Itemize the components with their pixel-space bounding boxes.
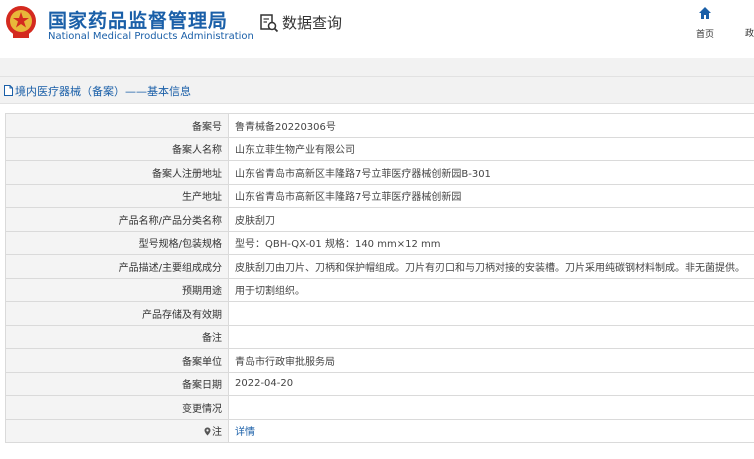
breadcrumb-bar: 境内医疗器械（备案）——基本信息 (0, 76, 754, 104)
details-link[interactable]: 详情 (228, 418, 754, 443)
document-search-icon (260, 14, 279, 33)
national-emblem-icon (6, 6, 36, 38)
field-label: 产品描述/主要组成成分 (5, 254, 229, 279)
field-value (228, 324, 754, 349)
table-row: 产品描述/主要组成成分 皮肤刮刀由刀片、刀柄和保护帽组成。刀片有刃口和与刀柄对接… (5, 254, 754, 279)
field-value: 皮肤刮刀 (228, 207, 754, 232)
table-row: 备案日期 2022-04-20 (5, 371, 754, 396)
document-icon (4, 85, 13, 96)
field-label: 备案单位 (5, 348, 229, 373)
field-label: 备案号 (5, 113, 229, 138)
page-section-title: 数据查询 (282, 14, 343, 32)
location-pin-icon (204, 427, 211, 436)
header-spacer (0, 58, 754, 76)
table-row: 备注 (5, 324, 754, 349)
field-value: 青岛市行政审批服务局 (228, 348, 754, 373)
field-label: 备案人名称 (5, 136, 229, 161)
field-label: 预期用途 (5, 277, 229, 302)
nav-home-label: 首页 (695, 30, 714, 40)
table-row: 注 详情 (5, 418, 754, 443)
table-row: 备案人名称 山东立菲生物产业有限公司 (5, 136, 754, 161)
note-label-text: 注 (212, 427, 222, 439)
site-header: 国家药品监督管理局 National Medical Products Admi… (0, 0, 754, 58)
breadcrumb: 境内医疗器械（备案）——基本信息 (4, 83, 191, 99)
field-value: 型号：QBH-QX-01 规格：140 mm×12 mm (228, 230, 754, 255)
field-label: 产品存储及有效期 (5, 301, 229, 326)
field-label: 产品名称/产品分类名称 (5, 207, 229, 232)
table-row: 型号规格/包装规格 型号：QBH-QX-01 规格：140 mm×12 mm (5, 230, 754, 255)
site-title: 国家药品监督管理局 (48, 10, 229, 32)
note-label: 注 (5, 418, 229, 443)
breadcrumb-text: 境内医疗器械（备案）——基本信息 (15, 85, 191, 98)
field-label: 型号规格/包装规格 (5, 230, 229, 255)
table-row: 备案人注册地址 山东省青岛市高新区丰隆路7号立菲医疗器械创新园B-301 (5, 160, 754, 185)
table-row: 产品名称/产品分类名称 皮肤刮刀 (5, 207, 754, 232)
field-value: 山东立菲生物产业有限公司 (228, 136, 754, 161)
field-value: 山东省青岛市高新区丰隆路7号立菲医疗器械创新园 (228, 183, 754, 208)
table-row: 产品存储及有效期 (5, 301, 754, 326)
table-row: 变更情况 (5, 395, 754, 420)
nav-item-truncated[interactable]: 政 (745, 26, 754, 39)
field-value (228, 301, 754, 326)
field-label: 备注 (5, 324, 229, 349)
record-detail-table: 备案号 鲁青械备20220306号 备案人名称 山东立菲生物产业有限公司 备案人… (5, 113, 754, 443)
table-row: 生产地址 山东省青岛市高新区丰隆路7号立菲医疗器械创新园 (5, 183, 754, 208)
table-row: 备案单位 青岛市行政审批服务局 (5, 348, 754, 373)
field-value: 鲁青械备20220306号 (228, 113, 754, 138)
field-value (228, 395, 754, 420)
field-value: 山东省青岛市高新区丰隆路7号立菲医疗器械创新园B-301 (228, 160, 754, 185)
field-label: 备案人注册地址 (5, 160, 229, 185)
nav-home-link[interactable]: 首页 (691, 6, 719, 40)
home-icon (699, 7, 711, 19)
table-row: 备案号 鲁青械备20220306号 (5, 113, 754, 138)
field-value: 2022-04-20 (228, 371, 754, 396)
field-value: 皮肤刮刀由刀片、刀柄和保护帽组成。刀片有刃口和与刀柄对接的安装槽。刀片采用纯碳钢… (228, 254, 754, 279)
field-label: 生产地址 (5, 183, 229, 208)
field-label: 备案日期 (5, 371, 229, 396)
site-subtitle: National Medical Products Administration (48, 31, 254, 42)
field-label: 变更情况 (5, 395, 229, 420)
table-row: 预期用途 用于切割组织。 (5, 277, 754, 302)
field-value: 用于切割组织。 (228, 277, 754, 302)
